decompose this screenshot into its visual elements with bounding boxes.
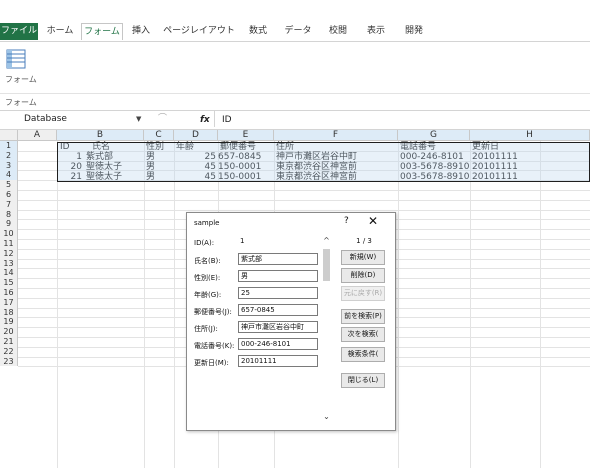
tab-file[interactable]: ファイル (0, 23, 38, 40)
field-label-postal: 郵便番号(J): (194, 308, 232, 316)
dialog-title: sample (194, 219, 220, 227)
row-header[interactable]: 4 (0, 170, 18, 181)
row-header[interactable]: 22 (0, 346, 18, 357)
field-label-gender: 性別(E): (194, 274, 221, 282)
chevron-down-icon[interactable]: ⌄ (322, 412, 331, 422)
column-header[interactable]: H (470, 130, 590, 141)
column-header[interactable]: D (174, 130, 218, 141)
row-header[interactable]: 8 (0, 209, 18, 220)
group-label: フォーム (5, 98, 37, 107)
row-header[interactable]: 21 (0, 337, 18, 347)
name-box[interactable]: Database ▼ (24, 111, 150, 127)
tab-page-layout[interactable]: ページレイアウト (160, 23, 238, 40)
tab-insert[interactable]: 挿入 (126, 23, 156, 40)
field-label-phone: 電話番号(K): (194, 342, 235, 350)
row-header[interactable]: 6 (0, 190, 18, 200)
tab-home[interactable]: ホーム (42, 23, 78, 40)
tab-developer[interactable]: 開発 (398, 23, 430, 40)
criteria-button[interactable]: 検索条件( (341, 347, 385, 362)
field-input-id[interactable]: 1 (238, 236, 318, 248)
column-header[interactable]: C (144, 130, 174, 141)
close-button[interactable]: 閉じる(L) (341, 373, 385, 388)
find-next-button[interactable]: 次を検索( (341, 327, 385, 342)
row-header[interactable]: 20 (0, 327, 18, 337)
help-icon[interactable]: ? (344, 216, 349, 226)
row-header[interactable]: 1 (0, 141, 18, 151)
new-button[interactable]: 新規(W) (341, 250, 385, 265)
record-counter: 1 / 3 (356, 237, 372, 245)
row-header[interactable]: 18 (0, 307, 18, 318)
row-header[interactable]: 5 (0, 180, 18, 190)
column-header[interactable]: G (398, 130, 470, 141)
formula-input[interactable]: ID (222, 112, 232, 128)
column-header[interactable]: A (18, 130, 57, 141)
grid-line (18, 199, 590, 201)
column-header[interactable]: E (218, 130, 274, 141)
field-label-age: 年齢(G): (194, 291, 222, 299)
chevron-down-icon[interactable]: ▼ (136, 111, 141, 127)
field-input-phone[interactable]: 000-246-8101 (238, 338, 318, 350)
row-header[interactable]: 7 (0, 199, 18, 210)
form-icon[interactable] (6, 49, 26, 69)
ribbon-tabs: ファイル ホーム フォーム 挿入 ページレイアウト 数式 データ 校閲 表示 開… (0, 20, 590, 42)
record-scrollbar[interactable]: ^ ⌄ (322, 236, 331, 424)
column-header[interactable]: B (57, 130, 144, 141)
field-label-id: ID(A): (194, 239, 215, 247)
row-header[interactable]: 15 (0, 278, 18, 288)
tab-form[interactable]: フォーム (81, 23, 123, 40)
row-header[interactable]: 17 (0, 297, 18, 308)
row-header[interactable]: 19 (0, 317, 18, 328)
field-label-name: 氏名(B): (194, 257, 221, 265)
name-box-value: Database (24, 114, 67, 124)
field-input-updated[interactable]: 20101111 (238, 355, 318, 367)
row-header[interactable]: 3 (0, 160, 18, 171)
formula-divider (214, 111, 215, 127)
tab-formulas[interactable]: 数式 (242, 23, 274, 40)
row-header[interactable]: 16 (0, 288, 18, 298)
field-input-postal[interactable]: 657-0845 (238, 304, 318, 316)
row-header[interactable]: 10 (0, 229, 18, 239)
grid-line (18, 190, 590, 191)
row-header[interactable]: 12 (0, 248, 18, 259)
field-label-updated: 更新日(M): (194, 359, 229, 367)
selection-border (57, 142, 590, 182)
grid-line (18, 209, 590, 211)
tab-view[interactable]: 表示 (360, 23, 392, 40)
close-icon[interactable]: ✕ (368, 214, 378, 228)
field-input-address[interactable]: 神戸市灘区岩谷中町 (238, 321, 318, 333)
find-prev-button[interactable]: 前を検索(P) (341, 309, 385, 324)
field-label-address: 住所(J): (194, 325, 218, 333)
field-input-age[interactable]: 25 (238, 287, 318, 299)
select-all-corner[interactable] (0, 130, 18, 141)
chevron-up-icon[interactable]: ^ (322, 236, 331, 246)
field-input-gender[interactable]: 男 (238, 270, 318, 282)
row-header[interactable]: 14 (0, 268, 18, 279)
row-header[interactable]: 23 (0, 356, 18, 367)
field-input-name[interactable]: 紫式部 (238, 253, 318, 265)
delete-button[interactable]: 削除(D) (341, 268, 385, 283)
row-header[interactable]: 13 (0, 258, 18, 269)
group-separator (0, 93, 590, 94)
row-header[interactable]: 9 (0, 219, 18, 230)
cancel-icon[interactable]: ⌒ (158, 113, 168, 125)
tab-review[interactable]: 校閲 (322, 23, 354, 40)
row-header[interactable]: 2 (0, 150, 18, 161)
ribbon-divider (0, 41, 590, 42)
restore-button[interactable]: 元に戻す(R) (341, 286, 385, 301)
fx-icon[interactable]: fx (200, 112, 210, 128)
row-header[interactable]: 11 (0, 239, 18, 249)
column-header[interactable]: F (274, 130, 398, 141)
scrollbar-thumb[interactable] (323, 249, 330, 281)
tab-data[interactable]: データ (280, 23, 316, 40)
form-button-label[interactable]: フォーム (5, 74, 37, 85)
